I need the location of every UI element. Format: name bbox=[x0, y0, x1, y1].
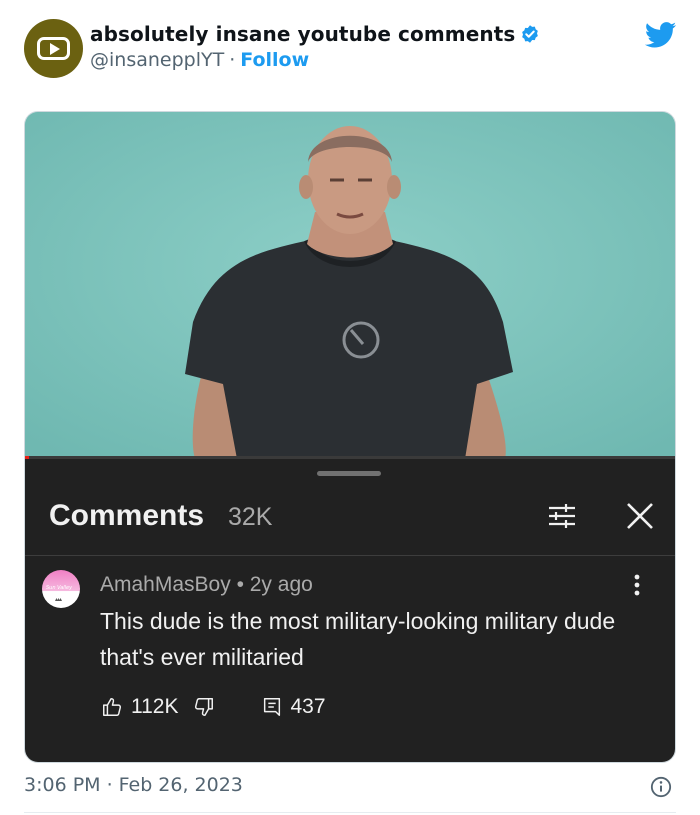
more-options-icon[interactable] bbox=[625, 572, 649, 598]
follow-button[interactable]: Follow bbox=[240, 49, 309, 71]
reply-count[interactable]: 437 bbox=[291, 695, 326, 719]
thumbs-up-icon[interactable] bbox=[101, 696, 123, 718]
tweet-card: absolutely insane youtube comments @insa… bbox=[0, 0, 700, 815]
comment-actions: 112K 437 bbox=[101, 695, 326, 719]
like-count: 112K bbox=[131, 695, 179, 718]
close-icon[interactable] bbox=[623, 499, 657, 533]
youtube-logo-icon bbox=[37, 37, 70, 60]
tweet-date: Feb 26, 2023 bbox=[118, 774, 243, 796]
thumbs-down-icon[interactable] bbox=[193, 696, 215, 718]
comment-text: This dude is the most military-looking m… bbox=[100, 608, 616, 670]
account-avatar[interactable] bbox=[24, 19, 83, 78]
handle[interactable]: @insanepplYT bbox=[90, 49, 224, 71]
video-frame bbox=[25, 112, 675, 459]
author-row: absolutely insane youtube comments bbox=[90, 22, 540, 46]
comments-title: Comments bbox=[49, 499, 205, 532]
twitter-bird-icon[interactable] bbox=[645, 22, 677, 48]
tweet-timestamp[interactable]: 3:06 PM · Feb 26, 2023 bbox=[24, 774, 243, 796]
reply-comment-icon[interactable] bbox=[261, 696, 283, 718]
divider bbox=[24, 812, 676, 813]
avatar-text: Sun Valley bbox=[46, 585, 73, 591]
verified-badge-icon bbox=[522, 25, 539, 43]
divider bbox=[25, 555, 675, 556]
sort-filter-icon[interactable] bbox=[545, 499, 579, 533]
youtube-comments-panel: Comments 32K Sun Valley ▴▴▴ AmahMasBoy •… bbox=[25, 459, 675, 762]
display-name[interactable]: absolutely insane youtube comments bbox=[90, 22, 515, 46]
handle-row: @insanepplYT · Follow bbox=[90, 49, 309, 71]
attached-image[interactable]: Comments 32K Sun Valley ▴▴▴ AmahMasBoy •… bbox=[24, 111, 676, 763]
drag-handle[interactable] bbox=[317, 471, 381, 476]
info-icon[interactable] bbox=[650, 776, 672, 798]
comment-author[interactable]: AmahMasBoy bbox=[100, 573, 231, 596]
man-in-black-tshirt-image bbox=[25, 112, 675, 459]
separator: · bbox=[229, 49, 236, 71]
birds-icon: ▴▴▴ bbox=[55, 596, 62, 603]
comment-age: • 2y ago bbox=[236, 573, 313, 596]
comment-meta: AmahMasBoy • 2y ago bbox=[100, 573, 313, 597]
separator: · bbox=[106, 774, 113, 796]
commenter-avatar[interactable]: Sun Valley ▴▴▴ bbox=[42, 570, 80, 608]
tweet-time: 3:06 PM bbox=[24, 774, 101, 796]
comments-count: 32K bbox=[228, 503, 273, 531]
